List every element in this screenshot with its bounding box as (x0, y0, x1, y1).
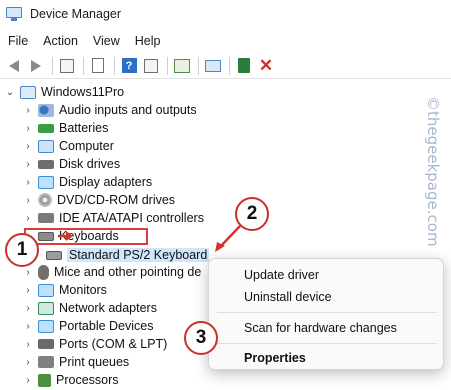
arrow-1-head (66, 231, 73, 241)
menu-properties[interactable]: Properties (244, 349, 306, 367)
menu-separator (217, 312, 437, 313)
menu-uninstall-device[interactable]: Uninstall device (244, 288, 332, 306)
menu-separator (217, 343, 437, 344)
watermark: ©thegeekpage.com (424, 96, 444, 286)
context-menu: Update driver Uninstall device Scan for … (208, 258, 444, 370)
arrow-2 (219, 225, 241, 248)
menu-update-driver[interactable]: Update driver (244, 266, 319, 284)
step-badge-2: 2 (235, 197, 269, 231)
menu-scan-hardware[interactable]: Scan for hardware changes (244, 319, 397, 337)
step-badge-1: 1 (5, 233, 39, 267)
watermark-text: ©thegeekpage.com (424, 96, 442, 247)
step-badge-3: 3 (184, 321, 218, 355)
